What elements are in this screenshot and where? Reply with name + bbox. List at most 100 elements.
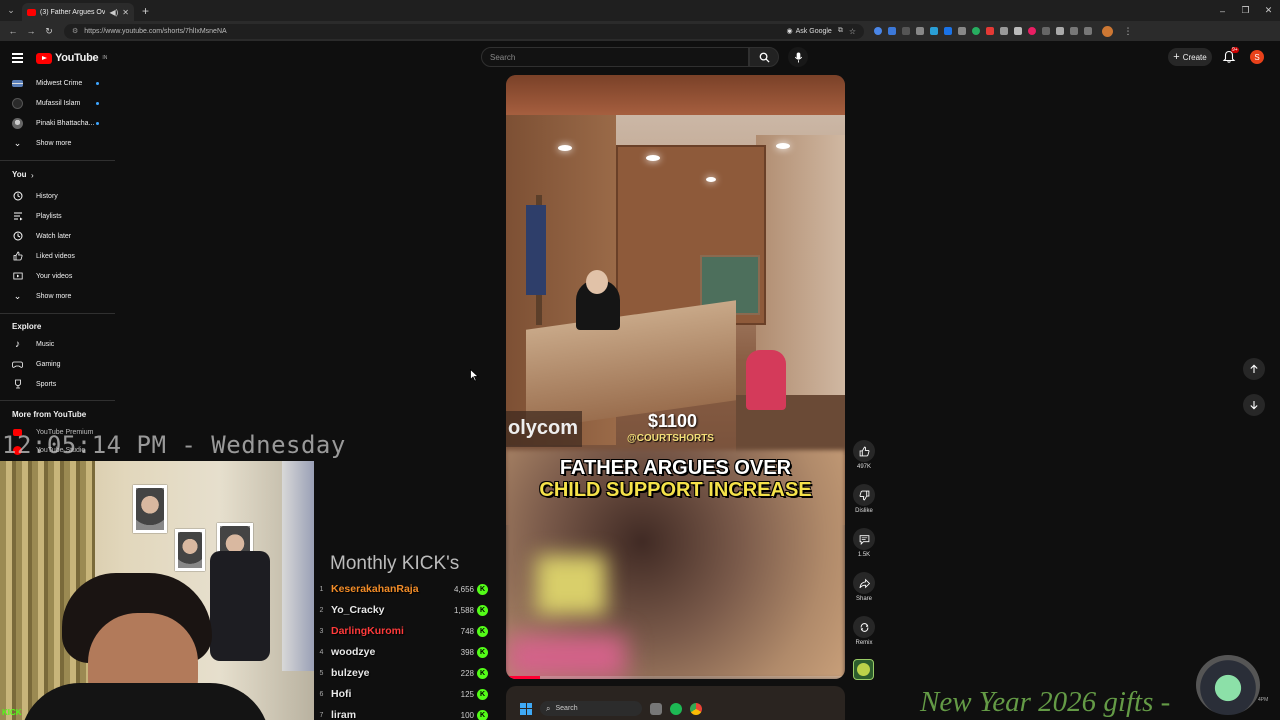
speaker-icon[interactable]: ◀) <box>109 8 118 17</box>
chrome-icon[interactable] <box>690 702 702 715</box>
restore-icon[interactable]: ❐ <box>1234 5 1257 16</box>
guide-menu-icon[interactable] <box>12 53 23 65</box>
leaderboard-points: 4,656 <box>453 584 474 594</box>
you-section-header[interactable]: You › <box>0 165 115 185</box>
comments-button[interactable]: 1.5K <box>848 528 880 558</box>
back-icon[interactable]: ← <box>4 26 22 36</box>
browser-profile-icon[interactable] <box>1102 25 1113 37</box>
voice-search-button[interactable] <box>788 47 808 67</box>
leaderboard-username: Hofi <box>331 688 352 700</box>
leaderboard-points: 228 <box>460 668 474 678</box>
site-info-icon[interactable]: ⚙ <box>72 27 78 35</box>
sidebar-item-label: Pinaki Bhattacha... <box>36 119 95 127</box>
close-tab-icon[interactable]: ✕ <box>122 8 129 17</box>
address-bar[interactable]: ⚙ https://www.youtube.com/shorts/7hlIxMs… <box>64 23 864 39</box>
show-more-subscriptions[interactable]: ⌄ Show more <box>0 133 115 153</box>
comment-count: 1.5K <box>857 552 871 558</box>
bookmark-star-icon[interactable]: ☆ <box>849 27 856 36</box>
extension-icon[interactable] <box>1056 27 1064 35</box>
sidebar-item-history[interactable]: History <box>0 186 115 206</box>
sidebar-item-label: History <box>36 192 58 200</box>
close-window-icon[interactable]: ✕ <box>1257 5 1280 16</box>
like-button[interactable]: 497K <box>848 440 880 470</box>
leaderboard-points: 398 <box>460 647 474 657</box>
new-content-dot <box>96 121 99 125</box>
extension-icon[interactable] <box>916 27 924 35</box>
extension-icon[interactable] <box>1000 27 1008 35</box>
chevron-right-icon: › <box>31 170 34 180</box>
create-button[interactable]: + Create <box>1168 48 1212 66</box>
video-progress-bar[interactable] <box>506 676 845 679</box>
youtube-logo[interactable]: YouTube IN <box>36 52 107 64</box>
remix-button[interactable]: Remix <box>848 616 880 646</box>
explore-heading: Explore <box>12 322 42 331</box>
extension-icon[interactable] <box>1014 27 1022 35</box>
extension-icon[interactable] <box>930 27 938 35</box>
account-avatar[interactable]: S <box>1250 50 1264 64</box>
sidebar-item-playlists[interactable]: Playlists <box>0 206 115 226</box>
shorts-video-player[interactable]: olycom $1100 @COURTSHORTS FATHER ARGUES … <box>506 75 845 679</box>
extension-icon[interactable] <box>972 27 980 35</box>
history-icon <box>12 191 23 202</box>
forward-icon[interactable]: → <box>22 26 40 36</box>
extension-icon[interactable] <box>944 27 952 35</box>
dislike-label: Dislike <box>855 508 873 514</box>
sidebar-item-subscription[interactable]: Mufassil Islam <box>0 93 115 113</box>
extension-icon[interactable] <box>1028 27 1036 35</box>
leaderboard-points: 748 <box>460 626 474 636</box>
previous-short-button[interactable] <box>1243 358 1265 380</box>
minimize-icon[interactable]: – <box>1211 6 1234 16</box>
divider <box>0 313 115 314</box>
search-input[interactable]: Search <box>481 47 749 67</box>
next-short-button[interactable] <box>1243 394 1265 416</box>
show-more-you[interactable]: ⌄ Show more <box>0 286 115 306</box>
channel-handle-overlay: @COURTSHORTS <box>627 433 714 444</box>
share-button[interactable]: Share <box>848 572 880 602</box>
microphone-icon <box>794 51 802 63</box>
sidebar: Midwest Crime Mufassil Islam Pinaki Bhat… <box>0 73 115 455</box>
taskbar-search[interactable]: ⌕ Search <box>540 701 642 716</box>
gamepad-icon <box>12 359 23 370</box>
wall-photo <box>133 485 167 533</box>
sidebar-item-sports[interactable]: Sports <box>0 374 115 394</box>
extension-icon[interactable] <box>1042 27 1050 35</box>
new-tab-icon[interactable]: + <box>142 4 149 18</box>
sidebar-item-music[interactable]: ♪ Music <box>0 334 115 354</box>
extension-icon[interactable] <box>902 27 910 35</box>
spotify-icon[interactable] <box>670 702 682 715</box>
sidebar-item-watch-later[interactable]: Watch later <box>0 226 115 246</box>
sidebar-item-your-videos[interactable]: Your videos <box>0 266 115 286</box>
extensions-row: ⋮ <box>874 25 1137 37</box>
leaderboard-username: woodzye <box>331 646 376 658</box>
install-icon[interactable]: ⧉ <box>838 27 843 35</box>
search-button[interactable] <box>749 47 779 67</box>
sidebar-item-subscription[interactable]: Midwest Crime <box>0 73 115 93</box>
leaderboard-row: 4 woodzye 398 K <box>314 642 494 662</box>
kick-logo-icon: K <box>477 604 488 616</box>
extension-icon[interactable] <box>958 27 966 35</box>
windows-start-icon[interactable] <box>520 702 532 715</box>
extension-icon[interactable] <box>888 27 896 35</box>
playlists-icon <box>12 211 23 222</box>
tab-search-icon[interactable]: ⌄ <box>0 0 22 21</box>
puzzle-icon[interactable] <box>1070 27 1078 35</box>
sidepanel-icon[interactable] <box>1084 27 1092 35</box>
tab-title: (3) Father Argues Over Chi <box>40 8 106 16</box>
dislike-button[interactable]: Dislike <box>848 484 880 514</box>
sidebar-item-subscription[interactable]: Pinaki Bhattacha... <box>0 113 115 133</box>
ask-google-button[interactable]: ◉ Ask Google <box>786 27 832 35</box>
browser-menu-icon[interactable]: ⋮ <box>1119 26 1137 37</box>
leaderboard-row: 1 KeserakahanRaja 4,656 K <box>314 579 494 599</box>
extension-icon[interactable] <box>874 27 882 35</box>
sound-avatar-icon[interactable] <box>853 659 874 680</box>
task-view-icon[interactable] <box>650 702 662 715</box>
sidebar-item-liked-videos[interactable]: Liked videos <box>0 246 115 266</box>
sidebar-item-gaming[interactable]: Gaming <box>0 354 115 374</box>
reload-icon[interactable]: ↻ <box>40 26 58 37</box>
kick-logo-icon: K <box>477 583 488 595</box>
rank-badge: 3 <box>319 627 324 635</box>
extension-icon[interactable] <box>986 27 994 35</box>
window-controls: – ❐ ✕ <box>1211 0 1280 21</box>
browser-tab-active[interactable]: (3) Father Argues Over Chi ◀) ✕ <box>22 3 134 21</box>
more-from-youtube-heading: More from YouTube <box>12 410 87 419</box>
